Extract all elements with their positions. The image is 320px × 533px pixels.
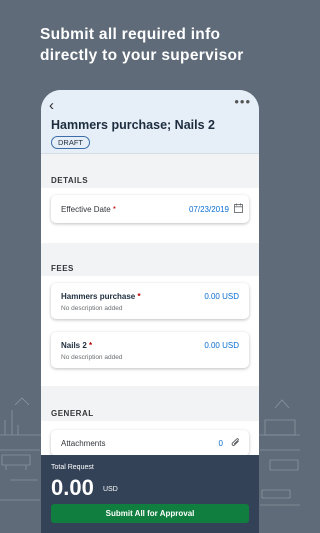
fee-description: No description added: [61, 354, 123, 361]
fee-amount: 0.00 USD: [204, 341, 239, 350]
fee-item-hammers[interactable]: Hammers purchase * 0.00 USD No descripti…: [51, 283, 249, 319]
fee-description: No description added: [61, 305, 123, 312]
effective-date-field[interactable]: Effective Date * 07/23/2019: [51, 195, 249, 223]
fee-name: Hammers purchase *: [61, 292, 141, 301]
fee-name: Nails 2 *: [61, 341, 93, 350]
page-title: Hammers purchase; Nails 2: [51, 118, 215, 132]
paperclip-icon[interactable]: [231, 438, 241, 448]
section-label-general: GENERAL: [51, 409, 94, 418]
section-label-fees: FEES: [51, 264, 74, 273]
effective-date-value[interactable]: 07/23/2019: [189, 205, 229, 214]
phone-screen: ‹ ••• Hammers purchase; Nails 2 DRAFT DE…: [41, 90, 259, 533]
submit-all-button[interactable]: Submit All for Approval: [51, 504, 249, 523]
attachments-row[interactable]: Attachments 0: [51, 430, 249, 456]
promo-headline: Submit all required info directly to you…: [40, 26, 244, 64]
effective-date-label: Effective Date *: [61, 205, 117, 214]
calendar-icon[interactable]: [234, 203, 243, 213]
fee-amount: 0.00 USD: [204, 292, 239, 301]
total-request-label: Total Request: [51, 464, 94, 471]
object-header: ‹ ••• Hammers purchase; Nails 2 DRAFT: [41, 90, 259, 154]
total-amount: 0.00: [51, 475, 94, 500]
back-chevron-icon[interactable]: ‹: [49, 97, 54, 114]
attachments-count: 0: [218, 439, 223, 448]
fee-item-nails[interactable]: Nails 2 * 0.00 USD No description added: [51, 332, 249, 368]
status-badge: DRAFT: [51, 136, 90, 149]
more-options-icon[interactable]: •••: [234, 94, 251, 109]
total-footer: Total Request 0.00 USD Submit All for Ap…: [41, 455, 259, 533]
attachments-label: Attachments: [61, 439, 106, 448]
total-currency: USD: [103, 486, 118, 493]
section-label-details: DETAILS: [51, 176, 89, 185]
